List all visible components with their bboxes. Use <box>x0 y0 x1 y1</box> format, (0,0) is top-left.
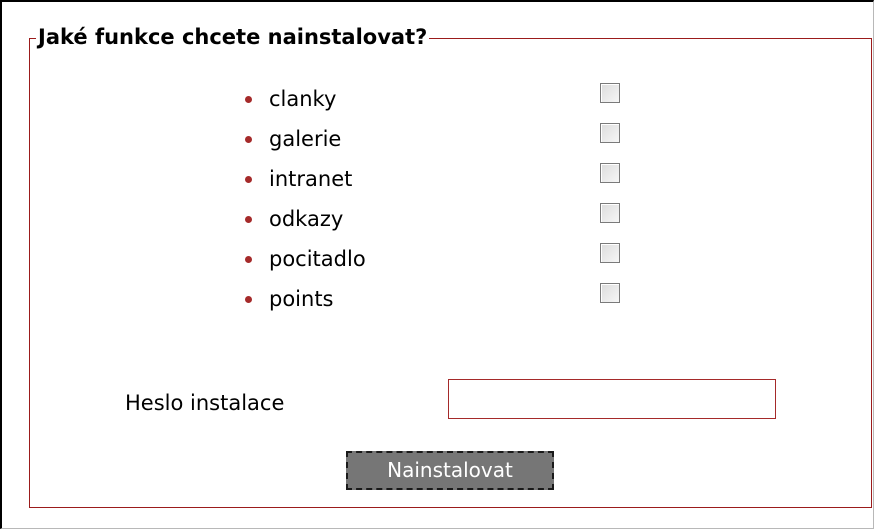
feature-checkbox-pocitadlo[interactable] <box>600 243 620 263</box>
feature-checkbox-odkazy[interactable] <box>600 203 620 223</box>
password-label: Heslo instalace <box>125 391 285 415</box>
feature-label: galerie <box>269 127 342 151</box>
bullet-icon <box>245 176 252 183</box>
fieldset-legend: Jaké funkce chcete nainstalovat? <box>36 24 430 50</box>
feature-label: intranet <box>269 167 353 191</box>
feature-label: clanky <box>269 87 337 111</box>
bullet-icon <box>245 296 252 303</box>
feature-label: odkazy <box>269 207 344 231</box>
feature-checkbox-points[interactable] <box>600 283 620 303</box>
bullet-icon <box>245 96 252 103</box>
feature-checkbox-clanky[interactable] <box>600 83 620 103</box>
feature-label: pocitadlo <box>269 247 366 271</box>
feature-fieldset <box>29 38 872 508</box>
bullet-icon <box>245 216 252 223</box>
feature-checkbox-intranet[interactable] <box>600 163 620 183</box>
install-button[interactable]: Nainstalovat <box>346 451 554 490</box>
password-field[interactable] <box>448 379 776 419</box>
feature-label: points <box>269 287 334 311</box>
bullet-icon <box>245 136 252 143</box>
bullet-icon <box>245 256 252 263</box>
feature-checkbox-galerie[interactable] <box>600 123 620 143</box>
